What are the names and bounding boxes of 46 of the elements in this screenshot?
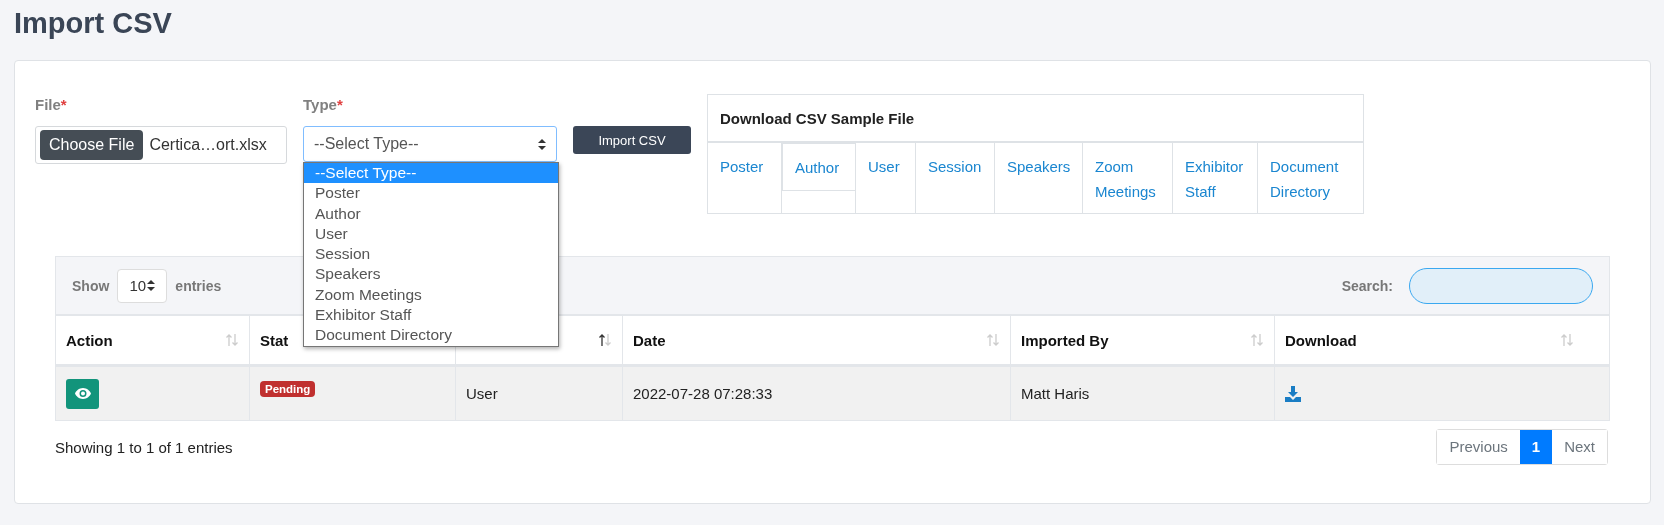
select-arrows-icon [538, 138, 546, 150]
sample-link[interactable]: Session [916, 143, 994, 190]
choose-file-button[interactable]: Choose File [40, 130, 144, 160]
page-size-select[interactable]: 10 [117, 268, 168, 303]
field-label: Type* [303, 96, 344, 112]
sort-icon[interactable] [598, 333, 612, 347]
status-badge: Pending [260, 381, 316, 397]
column-header[interactable]: Date [633, 331, 666, 349]
table-cell: User [466, 385, 498, 402]
search-label: Search: [1341, 277, 1393, 294]
sample-link[interactable]: Poster [708, 143, 776, 190]
file-input[interactable]: Choose File Certica…ort.xlsx [35, 126, 287, 164]
dropdown-option[interactable]: Speakers [304, 264, 558, 285]
sample-link[interactable]: Document Directory [1258, 143, 1351, 215]
sample-link[interactable]: Exhibitor Staff [1173, 143, 1257, 215]
view-button[interactable] [66, 378, 99, 409]
page-title: Import CSV [14, 6, 173, 41]
field-label: File* [35, 96, 68, 112]
import-button[interactable]: Import CSV [573, 126, 691, 154]
panel-title: Download CSV Sample File [720, 109, 915, 127]
dropdown-option[interactable]: Author [304, 203, 558, 224]
dropdown-option[interactable]: Exhibitor Staff [304, 305, 558, 326]
sample-link[interactable]: Author [782, 143, 856, 191]
entries-info: Showing 1 to 1 of 1 entries [55, 438, 233, 456]
table-cell: Matt Haris [1021, 385, 1090, 402]
dropdown-option[interactable]: Zoom Meetings [304, 284, 558, 306]
column-header[interactable]: Download [1285, 331, 1357, 349]
column-header[interactable]: Stat [260, 331, 289, 349]
file-name: Certica…ort.xlsx [149, 136, 267, 154]
sample-link[interactable]: Speakers [995, 143, 1083, 190]
search-field[interactable] [1409, 267, 1593, 304]
table-cell: 2022-07-28 07:28:33 [633, 385, 773, 402]
dropdown-option[interactable]: User [304, 223, 558, 245]
eye-icon [74, 388, 91, 399]
dropdown-option[interactable]: Poster [304, 183, 558, 204]
download-icon[interactable] [1285, 385, 1301, 402]
column-header[interactable]: Action [66, 331, 113, 349]
dropdown-option[interactable]: Session [304, 244, 558, 265]
sample-link[interactable]: Zoom Meetings [1083, 143, 1172, 215]
select-arrows-icon [147, 280, 156, 291]
page-button[interactable]: 1 [1519, 430, 1553, 464]
dropdown-option[interactable]: Document Directory [304, 325, 558, 346]
sample-link[interactable]: User [856, 143, 912, 190]
column-header[interactable]: Imported By [1021, 331, 1109, 349]
entries-label: entries [175, 277, 222, 294]
show-label: Show [72, 277, 110, 294]
